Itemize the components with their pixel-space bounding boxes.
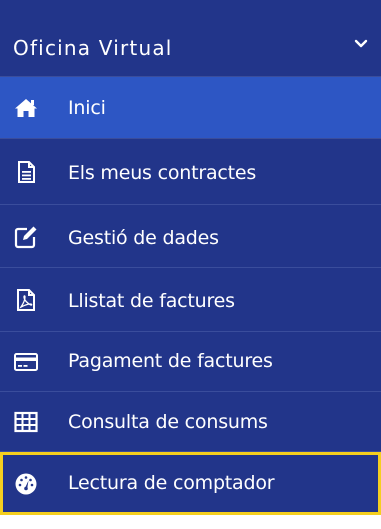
credit-card-icon bbox=[14, 353, 38, 371]
menu-item-label: Pagament de factures bbox=[68, 350, 273, 372]
pdf-file-icon bbox=[17, 289, 35, 311]
menu-item-consulta-consums[interactable]: Consulta de consums bbox=[0, 392, 381, 452]
table-icon bbox=[14, 411, 38, 433]
menu-header[interactable]: Oficina Virtual bbox=[0, 0, 381, 77]
dashboard-meter-icon bbox=[15, 473, 37, 495]
menu-item-inici[interactable]: Inici bbox=[0, 77, 381, 139]
menu-item-contractes[interactable]: Els meus contractes bbox=[0, 139, 381, 205]
document-icon bbox=[18, 161, 35, 183]
menu-item-llistat-factures[interactable]: Llistat de factures bbox=[0, 268, 381, 332]
sidebar-menu: Oficina Virtual Inici Els meus contracte… bbox=[0, 0, 381, 529]
home-icon bbox=[15, 99, 37, 117]
menu-title: Oficina Virtual bbox=[13, 36, 173, 60]
menu-item-label: Inici bbox=[68, 97, 106, 119]
menu-item-label: Lectura de comptador bbox=[68, 472, 275, 494]
menu-item-label: Llistat de factures bbox=[68, 290, 235, 312]
edit-icon bbox=[14, 226, 37, 249]
menu-item-label: Consulta de consums bbox=[68, 411, 268, 433]
menu-item-gestio-dades[interactable]: Gestió de dades bbox=[0, 205, 381, 268]
chevron-down-icon[interactable] bbox=[353, 38, 369, 50]
menu-item-pagament-factures[interactable]: Pagament de factures bbox=[0, 332, 381, 392]
menu-item-label: Els meus contractes bbox=[68, 162, 257, 184]
menu-item-label: Gestió de dades bbox=[68, 227, 219, 249]
menu-item-lectura-comptador[interactable]: Lectura de comptador bbox=[0, 452, 381, 515]
